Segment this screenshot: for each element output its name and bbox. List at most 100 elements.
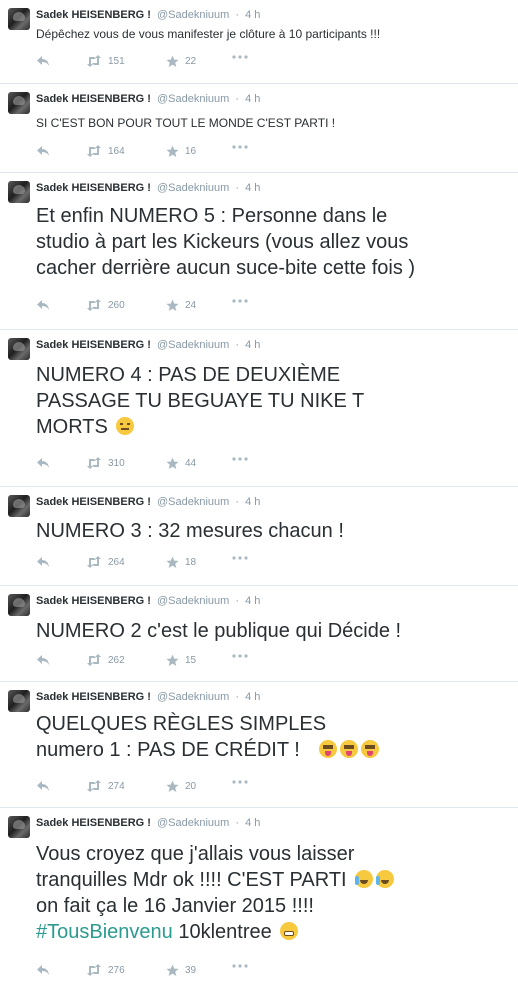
dot-separator: · [235, 595, 240, 607]
favorite-button[interactable]: 20 [166, 780, 196, 793]
reply-button[interactable] [36, 964, 50, 976]
timestamp[interactable]: 4 h [245, 691, 260, 703]
tweet-line: on fait ça le 16 Janvier 2015 !!!! [36, 895, 314, 917]
more-dots-icon [232, 299, 248, 303]
tweet[interactable]: Sadek HEISENBERG ! @Sadekniuum · 4 h SI … [0, 84, 518, 173]
timestamp[interactable]: 4 h [245, 93, 260, 105]
more-dots-icon [232, 55, 248, 59]
author-handle[interactable]: @Sadekniuum [157, 496, 229, 508]
avatar[interactable] [8, 690, 30, 712]
favorite-count: 15 [185, 655, 197, 666]
retweet-button[interactable]: 310 [86, 457, 125, 469]
hashtag-link[interactable]: #TousBienvenu [36, 921, 173, 943]
more-dots-icon [232, 964, 248, 968]
tweet[interactable]: Sadek HEISENBERG ! @Sadekniuum · 4 h NUM… [0, 330, 518, 487]
author-name[interactable]: Sadek HEISENBERG ! [36, 339, 151, 351]
timestamp[interactable]: 4 h [245, 595, 260, 607]
more-button[interactable] [232, 299, 248, 303]
reply-button[interactable] [36, 457, 50, 469]
retweet-icon [87, 55, 101, 67]
timestamp[interactable]: 4 h [245, 817, 260, 829]
avatar[interactable] [8, 92, 30, 114]
reply-button[interactable] [36, 654, 50, 666]
author-handle[interactable]: @Sadekniuum [157, 182, 229, 194]
retweet-button[interactable]: 276 [86, 964, 125, 976]
author-handle[interactable]: @Sadekniuum [157, 595, 229, 607]
tweet-line: tranquilles Mdr ok !!!! C'EST PARTI [36, 869, 347, 891]
more-dots-icon [232, 457, 248, 461]
author-handle[interactable]: @Sadekniuum [157, 691, 229, 703]
tweet[interactable]: Sadek HEISENBERG ! @Sadekniuum · 4 h Dép… [0, 0, 518, 84]
favorite-button[interactable]: 16 [166, 145, 196, 158]
tweet[interactable]: Sadek HEISENBERG ! @Sadekniuum · 4 h NUM… [0, 487, 518, 586]
avatar[interactable] [8, 594, 30, 616]
retweet-button[interactable]: 260 [86, 299, 125, 311]
tweet-text: NUMERO 2 c'est le publique qui Décide ! [36, 618, 401, 644]
favorite-button[interactable]: 39 [166, 964, 196, 977]
tweet-line: numero 1 : PAS DE CRÉDIT ! [36, 739, 300, 761]
author-handle[interactable]: @Sadekniuum [157, 339, 229, 351]
tweet-timeline: Sadek HEISENBERG ! @Sadekniuum · 4 h Dép… [0, 0, 518, 983]
favorite-count: 39 [185, 965, 197, 976]
more-button[interactable] [232, 145, 248, 149]
tweet-line: SI C'EST BON POUR TOUT LE MONDE C'EST PA… [36, 116, 336, 130]
unamused-face-emoji-icon [116, 417, 135, 435]
author-name[interactable]: Sadek HEISENBERG ! [36, 9, 151, 21]
retweet-icon [87, 145, 101, 157]
tweet-line: NUMERO 4 : PAS DE DEUXIÈME [36, 364, 341, 386]
author-handle[interactable]: @Sadekniuum [157, 9, 229, 21]
more-button[interactable] [232, 780, 248, 784]
retweet-button[interactable]: 262 [86, 654, 125, 666]
favorite-button[interactable]: 44 [166, 457, 196, 470]
author-name[interactable]: Sadek HEISENBERG ! [36, 496, 151, 508]
more-button[interactable] [232, 964, 248, 968]
dot-separator: · [235, 9, 240, 21]
timestamp[interactable]: 4 h [245, 182, 260, 194]
avatar[interactable] [8, 8, 30, 30]
author-name[interactable]: Sadek HEISENBERG ! [36, 817, 151, 829]
avatar[interactable] [8, 181, 30, 203]
reply-button[interactable] [36, 556, 50, 568]
reply-button[interactable] [36, 299, 50, 311]
retweet-button[interactable]: 264 [86, 556, 125, 568]
more-button[interactable] [232, 654, 248, 658]
favorite-button[interactable]: 24 [166, 299, 196, 312]
tweet-header: Sadek HEISENBERG ! @Sadekniuum · 4 h [36, 339, 260, 351]
tweet-header: Sadek HEISENBERG ! @Sadekniuum · 4 h [36, 182, 260, 194]
author-name[interactable]: Sadek HEISENBERG ! [36, 595, 151, 607]
reply-button[interactable] [36, 145, 50, 157]
more-button[interactable] [232, 457, 248, 461]
author-name[interactable]: Sadek HEISENBERG ! [36, 691, 151, 703]
more-button[interactable] [232, 55, 248, 59]
tweet[interactable]: Sadek HEISENBERG ! @Sadekniuum · 4 h Vou… [0, 808, 518, 983]
tweet[interactable]: Sadek HEISENBERG ! @Sadekniuum · 4 h NUM… [0, 586, 518, 682]
favorite-button[interactable]: 22 [166, 55, 196, 68]
tweet[interactable]: Sadek HEISENBERG ! @Sadekniuum · 4 h QUE… [0, 682, 518, 808]
timestamp[interactable]: 4 h [245, 9, 260, 21]
tweet[interactable]: Sadek HEISENBERG ! @Sadekniuum · 4 h Et … [0, 173, 518, 330]
favorite-count: 24 [185, 300, 197, 311]
tweet-line: studio à part les Kickeurs (vous allez v… [36, 231, 409, 253]
avatar[interactable] [8, 816, 30, 838]
reply-button[interactable] [36, 780, 50, 792]
dot-separator: · [235, 182, 240, 194]
author-handle[interactable]: @Sadekniuum [157, 93, 229, 105]
author-name[interactable]: Sadek HEISENBERG ! [36, 182, 151, 194]
timestamp[interactable]: 4 h [245, 496, 260, 508]
retweet-button[interactable]: 164 [86, 145, 125, 157]
author-name[interactable]: Sadek HEISENBERG ! [36, 93, 151, 105]
more-dots-icon [232, 780, 248, 784]
author-handle[interactable]: @Sadekniuum [157, 817, 229, 829]
favorite-button[interactable]: 15 [166, 654, 196, 667]
avatar[interactable] [8, 495, 30, 517]
timestamp[interactable]: 4 h [245, 339, 260, 351]
avatar[interactable] [8, 338, 30, 360]
dot-separator: · [235, 339, 240, 351]
retweet-icon [87, 964, 101, 976]
reply-button[interactable] [36, 55, 50, 67]
retweet-button[interactable]: 151 [86, 55, 125, 67]
retweet-button[interactable]: 274 [86, 780, 125, 792]
favorite-count: 16 [185, 146, 197, 157]
favorite-button[interactable]: 18 [166, 556, 196, 569]
more-button[interactable] [232, 556, 248, 560]
